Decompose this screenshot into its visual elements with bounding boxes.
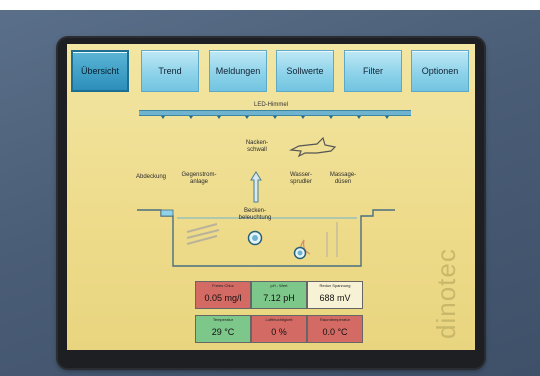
- led-dot-icon: [385, 116, 389, 119]
- tab-overview[interactable]: Übersicht: [71, 50, 129, 92]
- ph-value-display[interactable]: pH - Wert 7.12 pH: [251, 281, 307, 309]
- room-temperature-value: 0.0 °C: [322, 327, 348, 337]
- led-dot-icon: [301, 116, 305, 119]
- led-dot-icon: [273, 116, 277, 119]
- temperature-value: 29 °C: [211, 327, 235, 337]
- menu-bar: Übersicht Trend Meldungen Sollwerte Filt…: [71, 50, 471, 92]
- led-dot-icon: [357, 116, 361, 119]
- tab-trend[interactable]: Trend: [141, 50, 199, 92]
- shark-icon: [288, 136, 337, 158]
- counter-current-label: Gegenstrom- anlage: [181, 172, 217, 185]
- tab-options[interactable]: Optionen: [411, 50, 469, 92]
- humidity-caption: Luftfeuchtigkeit: [265, 317, 293, 322]
- free-chlorine-display[interactable]: Freies Chlor 0.05 mg/l: [195, 281, 251, 309]
- led-sky-bar[interactable]: [139, 110, 411, 119]
- free-chlorine-caption: Freies Chlor: [212, 283, 234, 288]
- redox-display[interactable]: Redox Spannung 688 mV: [307, 281, 363, 309]
- pool-jet-icon[interactable]: [293, 246, 307, 260]
- humidity-display[interactable]: Luftfeuchtigkeit 0 %: [251, 315, 307, 343]
- led-sky-label: LED-Himmel: [253, 102, 288, 108]
- cover-label: Abdeckung: [135, 174, 167, 180]
- room-temperature-caption: Raumtemperatur: [319, 317, 350, 322]
- led-dot-icon: [161, 116, 165, 119]
- led-dot-icon: [189, 116, 193, 119]
- redox-caption: Redox Spannung: [319, 283, 351, 288]
- humidity-value: 0 %: [271, 327, 287, 337]
- temperature-caption: Temperatur: [212, 317, 234, 322]
- neck-shower-arrow-icon[interactable]: [250, 170, 262, 204]
- led-dot-icon: [329, 116, 333, 119]
- tab-filter[interactable]: Filter: [344, 50, 402, 92]
- led-dot-icon: [245, 116, 249, 119]
- device-housing: dinotec Übersicht Trend Meldungen Sollwe…: [0, 10, 540, 376]
- pool-light-label: Becken- beleuchtung: [238, 208, 272, 221]
- ph-caption: pH - Wert: [270, 283, 288, 288]
- free-chlorine-value: 0.05 mg/l: [204, 293, 242, 303]
- tab-setpoints[interactable]: Sollwerte: [276, 50, 334, 92]
- massage-jets-label: Massage- düsen: [329, 172, 357, 185]
- brand-watermark: dinotec: [431, 248, 461, 339]
- room-temperature-display[interactable]: Raumtemperatur 0.0 °C: [307, 315, 363, 343]
- touch-screen: dinotec Übersicht Trend Meldungen Sollwe…: [67, 44, 475, 350]
- temperature-display[interactable]: Temperatur 29 °C: [195, 315, 251, 343]
- redox-value: 688 mV: [319, 293, 351, 303]
- ph-value: 7.12 pH: [263, 293, 295, 303]
- led-dot-icon: [217, 116, 221, 119]
- neck-shower-label: Nacken- schwall: [245, 140, 269, 153]
- water-bubbler-label: Wasser- sprudler: [289, 172, 313, 185]
- tab-messages[interactable]: Meldungen: [209, 50, 267, 92]
- pool-light-icon[interactable]: [247, 230, 263, 246]
